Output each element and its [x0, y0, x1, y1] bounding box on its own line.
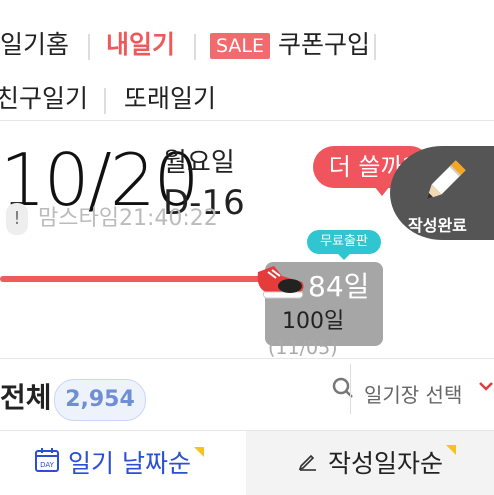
today-weekday: 월요일: [163, 148, 235, 178]
tab-sort-by-written[interactable]: 작성일자순: [246, 431, 494, 495]
current-days: 84일: [308, 270, 370, 303]
top-nav: 일기홈 내일기 SALE 쿠폰구입 친구일기 또래일기: [0, 0, 494, 120]
tab-sort-by-date[interactable]: DAY 일기 날짜순: [0, 431, 246, 495]
active-marker: [194, 447, 204, 457]
nav-friend-diary[interactable]: 친구일기: [0, 84, 88, 114]
corner-marker: [446, 445, 456, 455]
calendar-icon: DAY: [35, 448, 59, 472]
sale-badge: SALE: [210, 33, 270, 59]
bubble-tail: [374, 186, 390, 196]
progress-bar: [0, 276, 280, 282]
free-publish-badge: 무료출판: [307, 230, 381, 260]
sneaker-icon: [257, 266, 304, 299]
goal-date: (11/05): [268, 337, 338, 359]
svg-text:DAY: DAY: [40, 461, 55, 469]
pencil-icon: [426, 160, 466, 200]
nav-diary-home[interactable]: 일기홈: [0, 30, 69, 60]
sort-tabs: DAY 일기 날짜순 작성일자순: [0, 430, 494, 495]
nav-divider: [104, 88, 106, 114]
complete-writing-label: 작성완료: [408, 216, 467, 235]
nav-divider: [194, 34, 196, 60]
tab-sort-by-date-label: 일기 날짜순: [68, 449, 191, 478]
nav-peer-diary[interactable]: 또래일기: [124, 84, 216, 114]
chevron-down-icon[interactable]: [478, 378, 494, 394]
header-divider: [350, 364, 351, 414]
nav-buy-coupon[interactable]: 쿠폰구입: [278, 30, 370, 60]
goal-days: 100일: [282, 309, 345, 334]
all-filter-label[interactable]: 전체: [0, 380, 52, 416]
tab-sort-by-written-label: 작성일자순: [328, 449, 444, 478]
panel-border: [0, 358, 494, 359]
nav-divider: [88, 34, 90, 60]
diary-select-dropdown[interactable]: 일기장 선택: [364, 382, 462, 408]
diary-count-badge: 2,954: [54, 379, 146, 421]
alert-icon: !: [6, 203, 28, 235]
complete-writing-button[interactable]: 작성완료: [390, 146, 494, 240]
moms-time-text: 맘스타임21:40:22: [38, 206, 218, 231]
nav-my-diary[interactable]: 내일기: [106, 30, 175, 60]
pen-icon: [298, 454, 316, 471]
nav-divider: [374, 34, 376, 60]
nav-border: [0, 120, 494, 121]
